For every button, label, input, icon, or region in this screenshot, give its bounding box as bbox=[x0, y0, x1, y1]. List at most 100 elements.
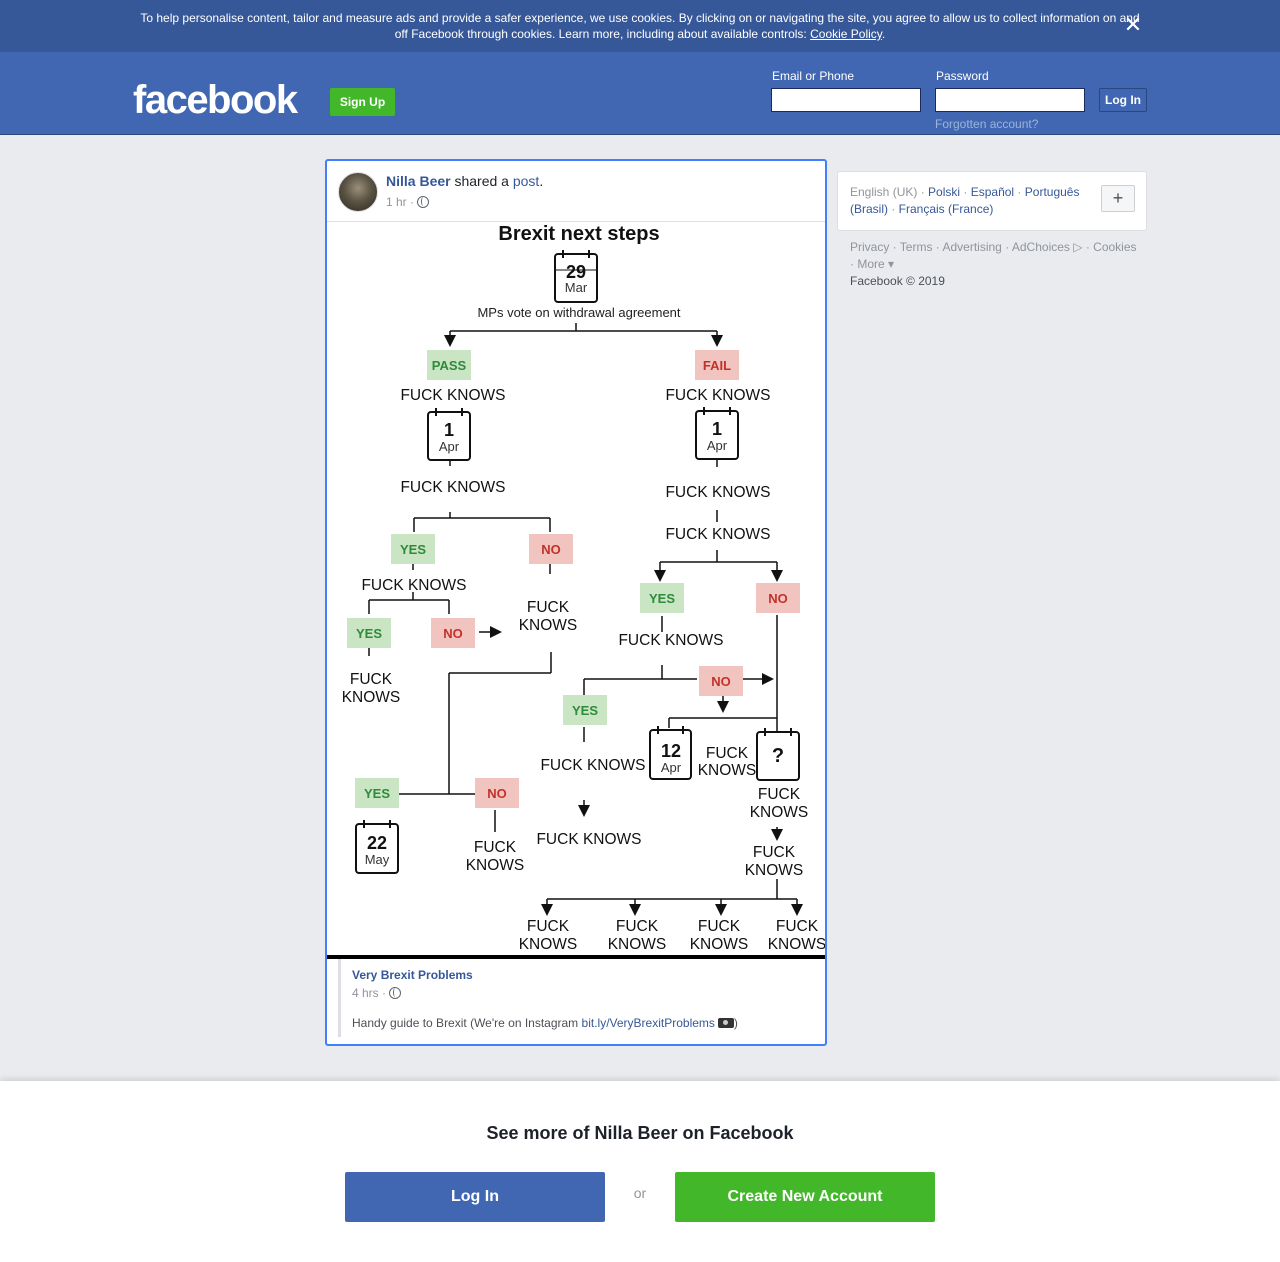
flow-label: FUCK KNOWS bbox=[361, 577, 466, 594]
flow-label: KNOWS bbox=[768, 936, 825, 953]
forgotten-account-link[interactable]: Forgotten account? bbox=[935, 117, 1038, 131]
caret-down-icon: ▾ bbox=[888, 257, 895, 271]
adchoices-icon: ▷ bbox=[1073, 240, 1083, 254]
post-time[interactable]: 1 hr · bbox=[386, 195, 430, 209]
facebook-logo[interactable]: facebook bbox=[133, 76, 298, 124]
see-more-heading: See more of Nilla Beer on Facebook bbox=[486, 1123, 794, 1143]
flow-label: FUCK KNOWS bbox=[618, 632, 723, 649]
email-field[interactable] bbox=[771, 88, 921, 112]
yes-badge: YES bbox=[356, 626, 382, 641]
calendar-day: 1 bbox=[444, 420, 454, 440]
flow-label: FUCK bbox=[776, 918, 819, 935]
password-field[interactable] bbox=[935, 88, 1085, 112]
sign-up-button[interactable]: Sign Up bbox=[330, 88, 395, 116]
yes-badge: YES bbox=[400, 542, 426, 557]
flow-label: KNOWS bbox=[519, 617, 578, 634]
language-espanol[interactable]: Español bbox=[971, 185, 1014, 199]
more-link[interactable]: More ▾ bbox=[857, 257, 894, 271]
author-name[interactable]: Nilla Beer bbox=[386, 173, 451, 189]
terms-link[interactable]: Terms bbox=[900, 240, 933, 254]
no-badge: NO bbox=[443, 626, 463, 641]
calendar-day: 1 bbox=[712, 419, 722, 439]
pass-badge: PASS bbox=[432, 358, 467, 373]
top-header: facebook Sign Up Email or Phone Password… bbox=[0, 52, 1280, 135]
login-button[interactable]: Log In bbox=[1099, 88, 1147, 112]
flow-label: FUCK bbox=[527, 918, 570, 935]
instagram-link[interactable]: bit.ly/VeryBrexitProblems bbox=[582, 1016, 715, 1030]
current-language: English (UK) bbox=[850, 185, 918, 199]
calendar-month: May bbox=[365, 852, 390, 867]
flow-label: FUCK KNOWS bbox=[540, 757, 645, 774]
shared-post-time[interactable]: 4 hrs · bbox=[352, 986, 402, 1000]
flow-label: FUCK KNOWS bbox=[665, 526, 770, 543]
close-icon[interactable]: ✕ bbox=[1122, 14, 1144, 36]
no-badge: NO bbox=[487, 786, 507, 801]
flow-label: FUCK bbox=[758, 786, 801, 803]
flowchart-title: Brexit next steps bbox=[498, 223, 659, 245]
flow-label: FUCK bbox=[474, 839, 517, 856]
bottom-login-button[interactable]: Log In bbox=[345, 1172, 605, 1222]
post-action: shared a bbox=[454, 173, 509, 189]
flow-label: KNOWS bbox=[608, 936, 667, 953]
flow-label: KNOWS bbox=[745, 862, 804, 879]
flow-label: KNOWS bbox=[519, 936, 578, 953]
flow-label: FUCK KNOWS bbox=[665, 484, 770, 501]
no-badge: NO bbox=[768, 591, 788, 606]
flow-label: KNOWS bbox=[698, 762, 757, 779]
calendar-month: Apr bbox=[661, 760, 682, 775]
calendar-day: 12 bbox=[661, 741, 681, 761]
vote-label: MPs vote on withdrawal agreement bbox=[477, 305, 680, 320]
flow-label: FUCK KNOWS bbox=[400, 479, 505, 496]
adchoices-link[interactable]: AdChoices ▷ bbox=[1012, 240, 1083, 254]
post-card: Nilla Beer shared a post. 1 hr · Brexit … bbox=[325, 159, 827, 1046]
flowchart-image[interactable]: Brexit next steps 29 Mar 1 Apr 1 Apr 12 … bbox=[327, 221, 825, 959]
cookies-link[interactable]: Cookies bbox=[1093, 240, 1136, 254]
shared-caption: Handy guide to Brexit (We're on Instagra… bbox=[352, 1016, 738, 1030]
cookie-policy-link[interactable]: Cookie Policy bbox=[810, 27, 882, 41]
flow-label: KNOWS bbox=[690, 936, 749, 953]
create-account-button[interactable]: Create New Account bbox=[675, 1172, 935, 1222]
flow-label: FUCK KNOWS bbox=[665, 387, 770, 404]
advertising-link[interactable]: Advertising bbox=[942, 240, 1001, 254]
or-separator: or bbox=[633, 1185, 647, 1201]
calendar-month: Apr bbox=[439, 439, 460, 454]
flow-label: FUCK bbox=[753, 844, 796, 861]
flow-label: FUCK bbox=[616, 918, 659, 935]
globe-icon bbox=[417, 196, 430, 208]
flow-label: KNOWS bbox=[750, 804, 809, 821]
language-francais[interactable]: Français (France) bbox=[899, 202, 994, 216]
flow-label: FUCK bbox=[527, 599, 570, 616]
post-author-line: Nilla Beer shared a post. bbox=[386, 173, 544, 189]
no-badge: NO bbox=[541, 542, 561, 557]
footer-links: Privacy · Terms · Advertising · AdChoice… bbox=[850, 240, 1137, 288]
flow-label: FUCK KNOWS bbox=[400, 387, 505, 404]
flow-label: KNOWS bbox=[466, 857, 525, 874]
globe-icon bbox=[389, 987, 402, 999]
copyright: Facebook © 2019 bbox=[850, 274, 945, 288]
calendar-question: ? bbox=[772, 745, 784, 767]
flow-label: FUCK bbox=[350, 671, 393, 688]
calendar-day: 29 bbox=[566, 262, 586, 282]
yes-badge: YES bbox=[572, 703, 598, 718]
cookie-banner-text: To help personalise content, tailor and … bbox=[140, 11, 1140, 41]
language-polski[interactable]: Polski bbox=[928, 185, 960, 199]
shared-post: Very Brexit Problems 4 hrs · Handy guide… bbox=[338, 959, 814, 1037]
fail-badge: FAIL bbox=[703, 358, 731, 373]
flow-label: KNOWS bbox=[342, 689, 401, 706]
flow-label: FUCK KNOWS bbox=[536, 831, 641, 848]
privacy-link[interactable]: Privacy bbox=[850, 240, 889, 254]
no-badge: NO bbox=[711, 674, 731, 689]
language-box: English (UK) · Polski · Español · Portug… bbox=[837, 171, 1147, 231]
flow-label: FUCK bbox=[698, 918, 741, 935]
email-label: Email or Phone bbox=[772, 69, 855, 83]
shared-page-name[interactable]: Very Brexit Problems bbox=[352, 968, 473, 982]
password-label: Password bbox=[936, 69, 989, 83]
avatar[interactable] bbox=[338, 172, 378, 212]
post-link[interactable]: post bbox=[513, 173, 539, 189]
calendar-month: Apr bbox=[707, 438, 728, 453]
calendar-day: 22 bbox=[367, 833, 387, 853]
camera-icon bbox=[717, 1018, 734, 1028]
yes-badge: YES bbox=[649, 591, 675, 606]
login-prompt: See more of Nilla Beer on Facebook Log I… bbox=[0, 1081, 1280, 1262]
more-languages-button[interactable]: + bbox=[1101, 185, 1135, 212]
